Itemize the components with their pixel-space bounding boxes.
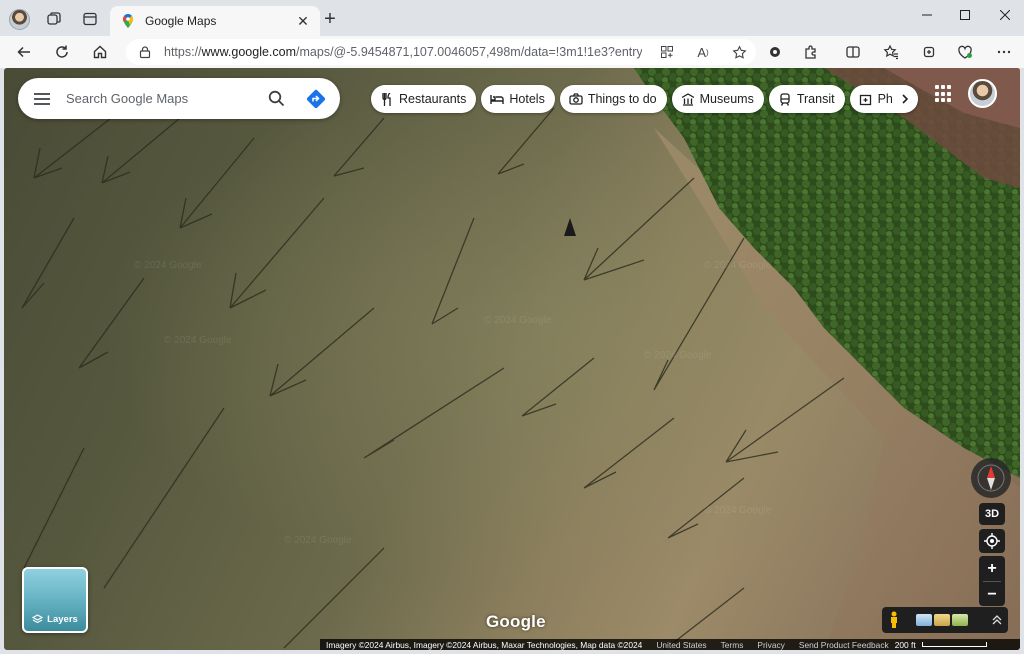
layers-button[interactable]: Layers [22, 567, 88, 633]
expand-imagery-button[interactable] [986, 607, 1008, 633]
zoom-controls: + − [979, 556, 1005, 606]
view-3d-button[interactable]: 3D [979, 503, 1005, 525]
directions-button[interactable] [296, 78, 336, 119]
satellite-imagery: © 2024 Google © 2024 Google © 2024 Googl… [4, 68, 1020, 650]
chip-label: Museums [699, 92, 754, 106]
split-screen-icon[interactable] [842, 41, 864, 63]
compass-icon [977, 464, 1005, 492]
tab-google-maps[interactable]: Google Maps ✕ [110, 6, 320, 36]
map-watermark: © 2024 Google [704, 260, 772, 271]
hamburger-icon [34, 92, 50, 105]
tab-title: Google Maps [145, 14, 217, 28]
chip-label: Things to do [587, 92, 657, 106]
map-watermark: © 2024 Google [134, 260, 202, 271]
scale-label: 200 ft [894, 639, 916, 650]
chevron-up-icon [992, 615, 1002, 625]
vertical-tabs-icon[interactable] [79, 8, 101, 30]
new-tab-button[interactable]: + [321, 9, 339, 29]
street-view-bar [882, 607, 1008, 633]
chip-restaurants[interactable]: Restaurants [371, 85, 477, 113]
home-button[interactable] [88, 40, 112, 64]
footer-link-country[interactable]: United States [656, 640, 706, 650]
imagery-thumbnail-3[interactable] [952, 614, 968, 626]
address-bar[interactable]: https://www.google.com/maps/@-5.9454871,… [126, 39, 756, 65]
chip-things-to-do[interactable]: Things to do [559, 85, 667, 113]
extension-gear-icon[interactable] [764, 41, 786, 63]
back-button[interactable] [12, 40, 36, 64]
search-icon [268, 90, 284, 107]
browser-toolbar: https://www.google.com/maps/@-5.9454871,… [0, 36, 1024, 68]
search-box [18, 78, 340, 119]
chip-museums[interactable]: Museums [671, 85, 764, 113]
map-footer: Imagery ©2024 Airbus, Imagery ©2024 Airb… [320, 639, 1020, 650]
collections-icon[interactable] [918, 41, 940, 63]
zoom-out-button[interactable]: − [979, 582, 1005, 607]
browser-titlebar: Google Maps ✕ + [0, 0, 1024, 36]
google-apps-button[interactable] [935, 85, 953, 103]
settings-more-icon[interactable] [993, 41, 1015, 63]
search-input[interactable] [66, 91, 256, 106]
category-chips: Restaurants Hotels Things to do Museums … [371, 85, 918, 113]
url-text[interactable]: https://www.google.com/maps/@-5.9454871,… [164, 45, 642, 59]
extensions-puzzle-icon[interactable] [800, 41, 822, 63]
url-prefix: https:// [164, 45, 202, 59]
bed-icon [490, 92, 505, 106]
close-window-button[interactable] [982, 0, 1024, 30]
pharmacy-icon [859, 92, 873, 106]
map-canvas[interactable]: © 2024 Google © 2024 Google © 2024 Googl… [4, 68, 1020, 650]
directions-icon [306, 89, 326, 108]
read-aloud-icon[interactable]: A) [692, 41, 714, 63]
map-watermark: © 2024 Google [164, 335, 232, 346]
url-path: /maps/@-5.9454871,107.0046057,498m/data=… [296, 45, 642, 59]
layers-icon [32, 614, 44, 624]
refresh-button[interactable] [50, 40, 74, 64]
compass-button[interactable] [971, 458, 1011, 498]
layers-label-row: Layers [24, 614, 86, 625]
google-logo: Google [486, 612, 546, 631]
camera-icon [569, 92, 583, 106]
layers-label: Layers [47, 614, 78, 625]
chip-label: Hotels [509, 92, 545, 106]
chips-scroll-right-button[interactable] [891, 85, 918, 113]
chip-label: Transit [796, 92, 835, 106]
museum-icon [681, 92, 695, 106]
map-watermark: © 2024 Google [644, 350, 712, 361]
chip-pharmacies[interactable]: Ph [849, 85, 918, 113]
imagery-attribution: Imagery ©2024 Airbus, Imagery ©2024 Airb… [326, 639, 643, 650]
chip-transit[interactable]: Transit [768, 85, 845, 113]
chip-hotels[interactable]: Hotels [481, 85, 555, 113]
fork-knife-icon [380, 92, 394, 106]
map-watermark: © 2024 Google [284, 535, 352, 546]
favorite-star-icon[interactable] [728, 41, 750, 63]
pegman-icon[interactable] [882, 607, 906, 633]
train-icon [778, 92, 792, 106]
app-available-icon[interactable] [656, 41, 678, 63]
menu-button[interactable] [18, 78, 66, 119]
search-button[interactable] [256, 78, 296, 119]
location-target-icon [984, 533, 1000, 549]
chevron-right-icon [902, 94, 908, 104]
scale-bar[interactable]: 200 ft [895, 640, 987, 650]
browser-essentials-icon[interactable] [954, 41, 976, 63]
imagery-thumbnail-2[interactable] [934, 614, 950, 626]
workspaces-icon[interactable] [43, 8, 65, 30]
footer-link-privacy[interactable]: Privacy [757, 640, 784, 650]
my-location-button[interactable] [979, 529, 1005, 553]
favorites-icon[interactable] [880, 41, 902, 63]
account-avatar[interactable] [968, 79, 997, 108]
close-tab-icon[interactable]: ✕ [294, 12, 312, 30]
zoom-in-button[interactable]: + [979, 556, 1005, 581]
footer-link-terms[interactable]: Terms [721, 640, 744, 650]
chip-label: Ph [877, 92, 893, 106]
map-watermark: © 2024 Google [484, 315, 552, 326]
chip-label: Restaurants [399, 92, 467, 106]
imagery-thumbnail-1[interactable] [916, 614, 932, 626]
footer-link-feedback[interactable]: Send Product Feedback [799, 640, 889, 650]
map-watermark: © 2024 Google [704, 505, 772, 516]
url-host: www.google.com [201, 45, 297, 59]
profile-avatar[interactable] [9, 9, 30, 30]
google-maps-favicon-icon [123, 14, 133, 28]
scale-line [921, 642, 987, 647]
lock-icon[interactable] [138, 45, 152, 59]
